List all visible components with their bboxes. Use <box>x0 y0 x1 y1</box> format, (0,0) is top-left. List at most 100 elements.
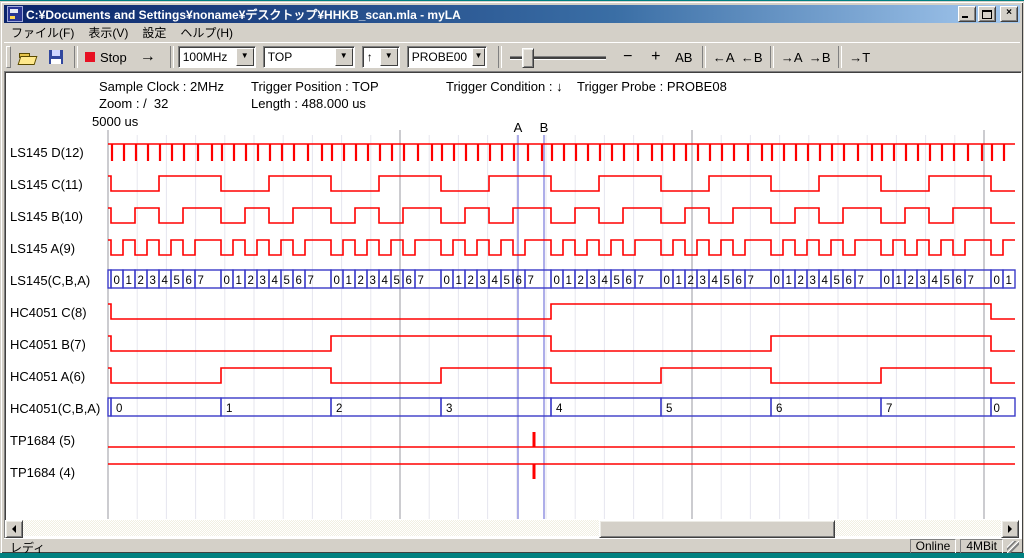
resize-grip[interactable] <box>1007 541 1019 553</box>
bus-value: 4 <box>822 275 829 287</box>
bus-value: 0 <box>994 275 1000 287</box>
bus-value: 3 <box>810 275 816 287</box>
cursor-b-label: B <box>540 120 549 135</box>
bus-value: 1 <box>346 275 352 287</box>
bus-value: 4 <box>272 275 279 287</box>
scroll-right-button[interactable] <box>1001 520 1019 538</box>
bus-value: 1 <box>126 275 132 287</box>
bus-value: 1 <box>456 275 462 287</box>
bit-waveform <box>108 176 1015 191</box>
bus-cell <box>881 398 991 416</box>
bus-value: 5 <box>174 275 180 287</box>
cursor-a-label: A <box>514 120 523 135</box>
bus-value: 2 <box>358 275 364 287</box>
bus-value: 1 <box>236 275 242 287</box>
strobe-pulses <box>112 144 1004 161</box>
bit-waveform <box>108 304 1015 319</box>
bus-cell <box>221 398 331 416</box>
scrollbar-thumb[interactable] <box>599 520 835 538</box>
bus-value: 2 <box>468 275 474 287</box>
waveform-display[interactable]: AB01234567012345670123456701234567012345… <box>1 2 1024 558</box>
bus-value: 7 <box>308 275 314 287</box>
bus-value: 6 <box>626 275 632 287</box>
horizontal-scrollbar[interactable] <box>5 520 1019 536</box>
bit-waveform <box>108 368 1015 383</box>
bus-value: 4 <box>712 275 719 287</box>
bus-value: 3 <box>590 275 596 287</box>
bus-value: 2 <box>688 275 694 287</box>
bus-value: 0 <box>884 275 890 287</box>
bit-waveform <box>108 336 1015 351</box>
bus-value: 0 <box>774 275 780 287</box>
bus-value: 7 <box>418 275 424 287</box>
bus-value: 3 <box>920 275 926 287</box>
bus-value: 2 <box>138 275 144 287</box>
bus-value: 3 <box>446 403 452 415</box>
bus-value: 2 <box>578 275 584 287</box>
bus-cell <box>551 398 661 416</box>
scroll-left-button[interactable] <box>5 520 23 538</box>
bus-value: 4 <box>382 275 389 287</box>
bus-value: 0 <box>334 275 340 287</box>
right-arrow-icon <box>1008 525 1016 533</box>
bus-value: 1 <box>226 403 232 415</box>
bus-value: 0 <box>994 403 1000 415</box>
bus-value: 7 <box>886 403 892 415</box>
bit-waveform <box>108 208 1015 223</box>
bus-value: 4 <box>602 275 609 287</box>
bus-cell <box>331 398 441 416</box>
bus-cell <box>441 398 551 416</box>
bus-value: 3 <box>480 275 486 287</box>
bus-value: 0 <box>444 275 450 287</box>
bus-value: 7 <box>858 275 864 287</box>
bus-value: 4 <box>162 275 169 287</box>
bus-value: 5 <box>284 275 290 287</box>
bus-value: 3 <box>150 275 156 287</box>
bus-cell <box>771 398 881 416</box>
bus-value: 0 <box>116 403 122 415</box>
bus-value: 7 <box>528 275 534 287</box>
bus-value: 3 <box>370 275 376 287</box>
bus-value: 3 <box>260 275 266 287</box>
bus-value: 5 <box>614 275 620 287</box>
bus-value: 2 <box>798 275 804 287</box>
bus-value: 4 <box>492 275 499 287</box>
bus-value: 5 <box>394 275 400 287</box>
bus-value: 0 <box>114 275 120 287</box>
left-arrow-icon <box>8 525 16 533</box>
bus-value: 1 <box>566 275 572 287</box>
bus-value: 1 <box>896 275 902 287</box>
bus-value: 3 <box>700 275 706 287</box>
bus-value: 1 <box>1006 275 1012 287</box>
bus-cell <box>661 398 771 416</box>
app-window: C:¥Documents and Settings¥noname¥デスクトップ¥… <box>0 1 1024 554</box>
bus-value: 7 <box>198 275 204 287</box>
bus-value: 5 <box>944 275 950 287</box>
bus-value: 2 <box>248 275 254 287</box>
bus-value: 6 <box>776 403 782 415</box>
bus-value: 2 <box>908 275 914 287</box>
bus-value: 4 <box>932 275 939 287</box>
bus-value: 5 <box>666 403 672 415</box>
bus-value: 0 <box>664 275 670 287</box>
bus-value: 7 <box>638 275 644 287</box>
bus-value: 1 <box>786 275 792 287</box>
bus-value: 5 <box>504 275 510 287</box>
bit-waveform <box>108 240 1015 255</box>
bus-value: 6 <box>736 275 742 287</box>
bus-value: 6 <box>406 275 412 287</box>
bus-value: 6 <box>846 275 852 287</box>
bus-value: 6 <box>956 275 962 287</box>
bus-value: 1 <box>676 275 682 287</box>
bus-value: 6 <box>296 275 302 287</box>
bus-value: 5 <box>834 275 840 287</box>
desktop: { "window": { "title": "C:¥Documents and… <box>0 0 1024 556</box>
bus-value: 0 <box>224 275 230 287</box>
bus-value: 6 <box>186 275 192 287</box>
bus-value: 5 <box>724 275 730 287</box>
bus-value: 7 <box>748 275 754 287</box>
bus-value: 0 <box>554 275 560 287</box>
bus-value: 6 <box>516 275 522 287</box>
bus-value: 4 <box>556 403 563 415</box>
bus-value: 2 <box>336 403 342 415</box>
